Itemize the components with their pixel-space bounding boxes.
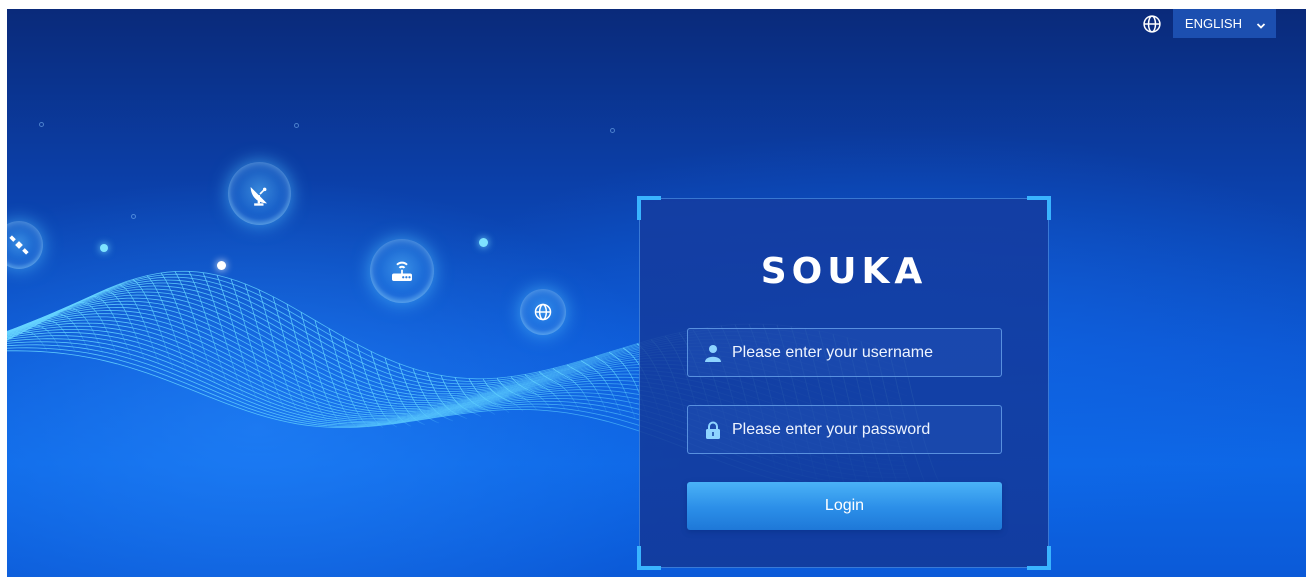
password-input[interactable] (732, 420, 1001, 439)
decor-dot (217, 261, 226, 270)
login-panel: SOUKA Login (637, 196, 1051, 570)
language-label: ENGLISH (1184, 16, 1242, 31)
brand-logo: SOUKA (760, 251, 928, 292)
panel-corner (637, 196, 661, 220)
satellite-dish-bubble (228, 162, 291, 225)
username-field[interactable] (687, 328, 1002, 377)
globe-icon (533, 302, 553, 322)
router-bubble (370, 239, 434, 303)
panel-corner (1027, 196, 1051, 220)
satellite-icon (8, 234, 30, 256)
router-icon (387, 256, 417, 286)
decor-dot (39, 122, 44, 127)
username-input[interactable] (732, 343, 1001, 362)
decor-dot (100, 244, 108, 252)
panel-corner (1027, 546, 1051, 570)
decor-dot (131, 214, 136, 219)
decor-dot (610, 128, 615, 133)
user-icon (704, 344, 722, 362)
mesh-line (356, 344, 398, 428)
login-screen: ENGLISH SOUKA Login (7, 9, 1306, 577)
password-field[interactable] (687, 405, 1002, 454)
language-select[interactable]: ENGLISH (1172, 9, 1276, 38)
panel-corner (637, 546, 661, 570)
globe-icon[interactable] (1141, 13, 1163, 35)
globe-bubble (520, 289, 566, 335)
language-switcher[interactable]: ENGLISH (1141, 9, 1276, 38)
login-button[interactable]: Login (687, 482, 1002, 530)
lock-icon (704, 421, 722, 439)
decor-dot (294, 123, 299, 128)
decor-dot (479, 238, 488, 247)
satellite-dish-icon (246, 180, 274, 208)
chevron-down-icon (1256, 19, 1266, 29)
